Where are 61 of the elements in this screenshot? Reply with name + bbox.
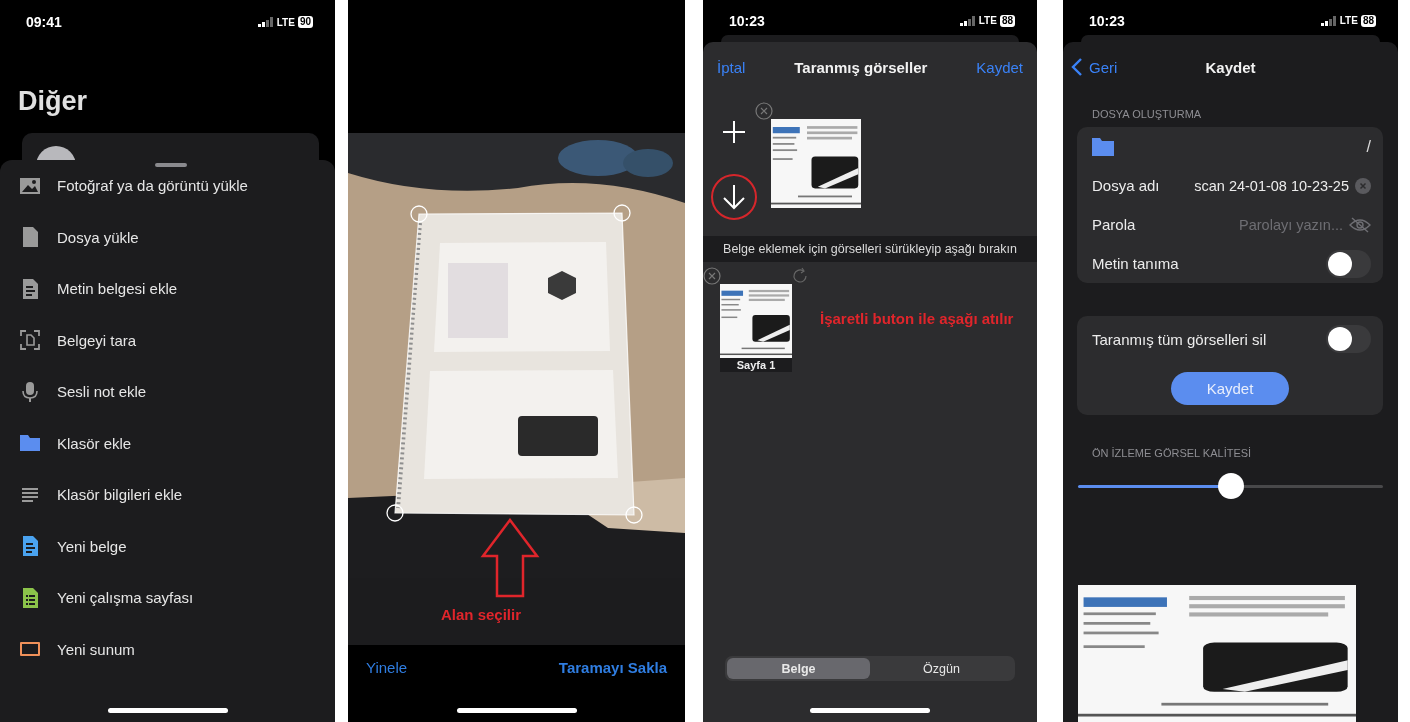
page-label: Sayfa 1 xyxy=(720,358,792,372)
crop-frame[interactable] xyxy=(386,203,644,525)
menu-item[interactable]: Yeni çalışma sayfası xyxy=(57,589,194,607)
screen-title: Taranmış görseller xyxy=(794,58,928,76)
folder-path: / xyxy=(1366,137,1371,156)
menu-item[interactable]: Klasör ekle xyxy=(57,434,132,452)
toggle-label: Metin tanıma xyxy=(1092,255,1180,272)
slider-thumb[interactable] xyxy=(1217,473,1244,499)
sheet-grabber[interactable] xyxy=(155,163,187,167)
status-time: 09:41 xyxy=(26,14,62,30)
cancel-button[interactable]: İptal xyxy=(717,58,746,76)
password-field[interactable]: Parolayı yazın... xyxy=(1153,216,1343,233)
save-link[interactable]: Kaydet xyxy=(976,58,1023,76)
menu-item[interactable]: Yeni belge xyxy=(57,537,127,555)
menu-item[interactable]: Klasör bilgileri ekle xyxy=(57,486,183,504)
back-button[interactable]: Geri xyxy=(1071,57,1161,77)
eye-slash-icon[interactable] xyxy=(1349,216,1371,233)
network-label: LTE xyxy=(1339,15,1358,26)
battery-badge: 88 xyxy=(1360,14,1376,27)
chevron-left-icon xyxy=(1071,57,1083,77)
hint-banner: Belge eklemek için görselleri sürükleyip aşağı bırakın xyxy=(703,236,1037,262)
field-label: Parola xyxy=(1092,216,1137,233)
quality-slider[interactable] xyxy=(1078,473,1383,499)
section-header: DOSYA OLUŞTURMA xyxy=(1091,107,1203,121)
field-label: Dosya adı xyxy=(1092,177,1160,194)
menu-item[interactable]: Dosya yükle xyxy=(57,228,139,246)
section-header: ÖN İZLEME GÖRSEL KALİTESİ xyxy=(1091,446,1253,460)
file-name-field[interactable]: scan 24-01-08 10-23-25 xyxy=(1159,177,1349,194)
signal-icon xyxy=(1320,15,1337,26)
add-icon[interactable] xyxy=(722,120,746,144)
network-label: LTE xyxy=(978,15,997,26)
toggle-label: Taranmış tüm görselleri sil xyxy=(1092,330,1268,348)
menu-item[interactable]: Yeni sunum xyxy=(57,640,135,658)
segment-tab[interactable]: Belge xyxy=(727,658,870,679)
microphone-icon xyxy=(19,380,41,403)
menu-item[interactable]: Metin belgesi ekle xyxy=(57,280,178,298)
toggle-switch[interactable] xyxy=(1326,249,1371,278)
scan-icon xyxy=(19,329,41,352)
battery-badge: 88 xyxy=(999,14,1015,27)
retake-button[interactable]: Yinele xyxy=(366,659,408,676)
menu-item[interactable]: Sesli not ekle xyxy=(57,383,147,401)
signal-icon xyxy=(257,17,274,27)
segment-tab[interactable]: Özgün xyxy=(870,658,1013,679)
menu-item[interactable]: Belgeyi tara xyxy=(57,331,137,349)
status-time: 10:23 xyxy=(1089,12,1125,29)
battery-badge: 90 xyxy=(297,16,313,28)
signal-icon xyxy=(959,15,976,26)
download-icon[interactable] xyxy=(722,184,746,210)
annotation-text: Alan seçilir xyxy=(441,606,522,623)
folder-icon[interactable] xyxy=(1092,137,1114,156)
keep-scan-button[interactable]: Taramayı Sakla xyxy=(558,659,667,676)
status-time: 10:23 xyxy=(729,12,765,29)
annotation-text: İşaretli buton ile aşağı atılır xyxy=(820,310,1014,327)
menu-item[interactable]: Fotoğraf ya da görüntü yükle xyxy=(57,177,248,195)
page-title: Diğer xyxy=(18,85,89,118)
network-label: LTE xyxy=(276,16,295,28)
close-icon[interactable] xyxy=(703,267,721,285)
close-icon[interactable] xyxy=(755,102,773,120)
screen-title: Kaydet xyxy=(1205,58,1256,76)
segmented-control[interactable]: Belge Özgün xyxy=(725,656,1015,681)
toggle-switch[interactable] xyxy=(1326,325,1371,353)
